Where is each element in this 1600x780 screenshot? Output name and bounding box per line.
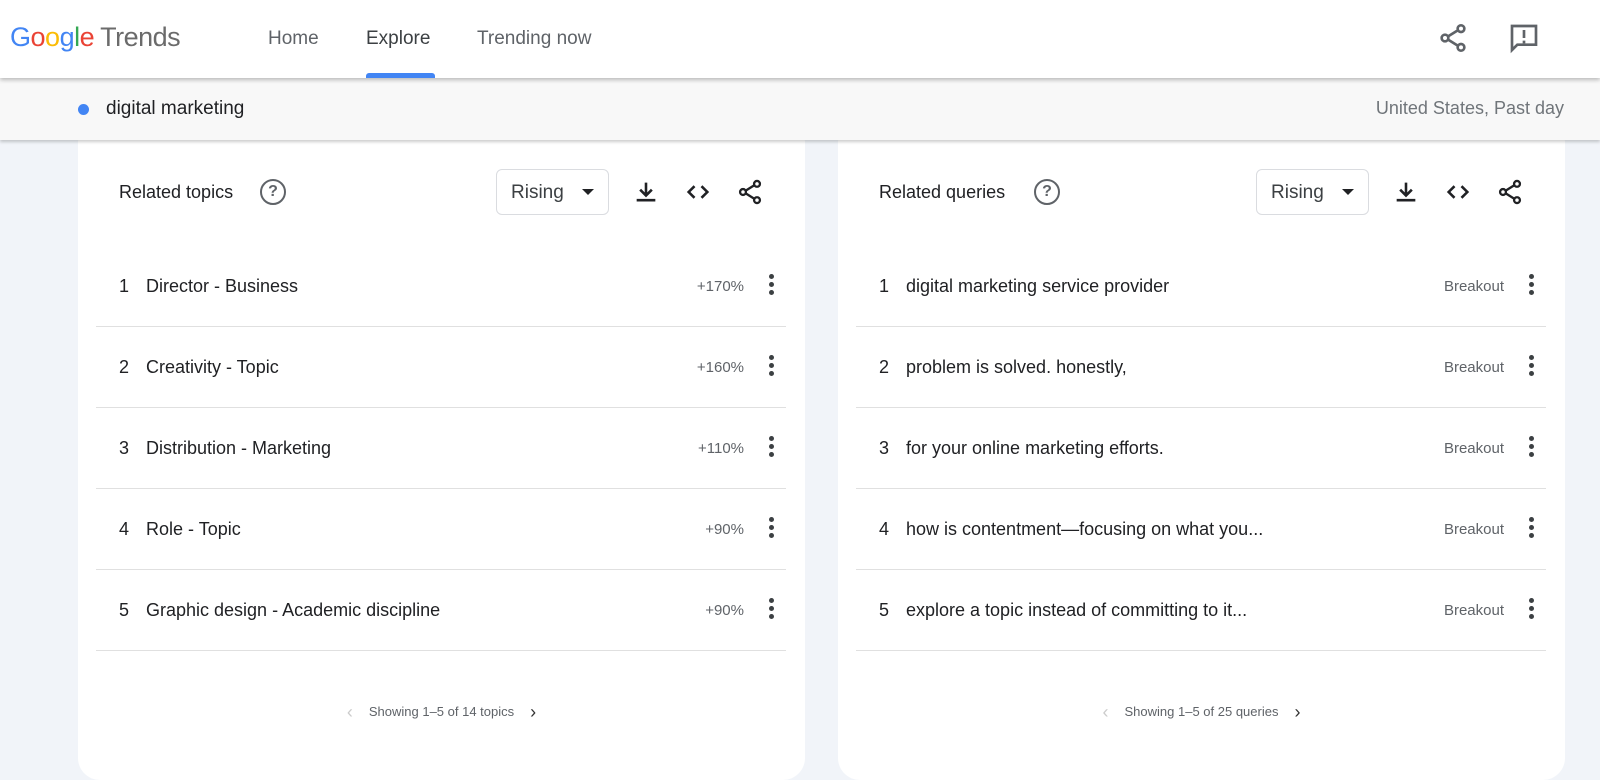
caret-down-icon xyxy=(582,189,594,195)
embed-icon[interactable] xyxy=(1444,178,1472,206)
term-color-dot xyxy=(78,104,89,115)
rank: 1 xyxy=(879,276,890,296)
search-term-bar: digital marketing United States, Past da… xyxy=(0,78,1600,140)
list-item[interactable]: 1 Director - Business +170% xyxy=(96,246,786,327)
google-trends-logo[interactable]: Google Trends xyxy=(10,22,181,53)
item-value: Breakout xyxy=(1443,521,1504,538)
list-item[interactable]: 4 Role - Topic +90% xyxy=(96,489,786,570)
rank: 3 xyxy=(119,438,130,458)
related-topics-card: Related topics ? Rising 1 Director - Bus… xyxy=(78,120,805,780)
location-time-filter[interactable]: United States, Past day xyxy=(1376,98,1564,119)
nav-explore[interactable]: Explore xyxy=(366,28,430,50)
more-vert-icon[interactable] xyxy=(1526,436,1536,460)
item-label[interactable]: digital marketing service provider xyxy=(906,276,1169,297)
item-label[interactable]: problem is solved. honestly, xyxy=(906,357,1127,378)
more-vert-icon[interactable] xyxy=(766,355,776,379)
list-item[interactable]: 4 how is contentment—focusing on what yo… xyxy=(856,489,1546,570)
list-item[interactable]: 3 Distribution - Marketing +110% xyxy=(96,408,786,489)
share-icon[interactable] xyxy=(1437,22,1469,54)
item-value: Breakout xyxy=(1443,359,1504,376)
item-label[interactable]: Creativity - Topic xyxy=(146,357,279,378)
nav-home[interactable]: Home xyxy=(268,28,319,50)
share-icon[interactable] xyxy=(736,178,764,206)
more-vert-icon[interactable] xyxy=(1526,355,1536,379)
item-value: Breakout xyxy=(1443,440,1504,457)
item-label[interactable]: Role - Topic xyxy=(146,519,241,540)
search-term[interactable]: digital marketing xyxy=(106,98,244,120)
help-icon[interactable]: ? xyxy=(260,179,286,205)
nav-trending-now[interactable]: Trending now xyxy=(477,28,591,50)
list-item[interactable]: 2 Creativity - Topic +160% xyxy=(96,327,786,408)
rising-dropdown[interactable]: Rising xyxy=(1256,169,1369,215)
item-value: +90% xyxy=(705,521,744,538)
more-vert-icon[interactable] xyxy=(766,436,776,460)
item-value: Breakout xyxy=(1443,278,1504,295)
next-page-icon[interactable]: › xyxy=(1294,702,1300,723)
list-item[interactable]: 3 for your online marketing efforts. Bre… xyxy=(856,408,1546,489)
list-item[interactable]: 5 explore a topic instead of committing … xyxy=(856,570,1546,651)
rank: 1 xyxy=(119,276,130,296)
item-value: +160% xyxy=(696,359,744,376)
item-label[interactable]: Director - Business xyxy=(146,276,298,297)
next-page-icon[interactable]: › xyxy=(530,702,536,723)
embed-icon[interactable] xyxy=(684,178,712,206)
rising-dropdown[interactable]: Rising xyxy=(496,169,609,215)
list-item[interactable]: 5 Graphic design - Academic discipline +… xyxy=(96,570,786,651)
download-icon[interactable] xyxy=(1392,178,1420,206)
caret-down-icon xyxy=(1342,189,1354,195)
item-label[interactable]: Graphic design - Academic discipline xyxy=(146,600,440,621)
more-vert-icon[interactable] xyxy=(1526,598,1536,622)
share-icon[interactable] xyxy=(1496,178,1524,206)
rank: 2 xyxy=(119,357,130,377)
help-icon[interactable]: ? xyxy=(1034,179,1060,205)
related-queries-card: Related queries ? Rising 1 digital marke… xyxy=(838,120,1565,780)
pagination: ‹ Showing 1–5 of 14 topics › xyxy=(346,702,537,723)
rank: 2 xyxy=(879,357,890,377)
rank: 4 xyxy=(119,519,130,539)
item-value: Breakout xyxy=(1443,602,1504,619)
item-label[interactable]: how is contentment—focusing on what you.… xyxy=(906,519,1263,540)
more-vert-icon[interactable] xyxy=(1526,274,1536,298)
more-vert-icon[interactable] xyxy=(1526,517,1536,541)
card-title: Related queries xyxy=(879,182,1006,202)
active-tab-indicator xyxy=(366,73,435,78)
item-label[interactable]: explore a topic instead of committing to… xyxy=(906,600,1247,621)
more-vert-icon[interactable] xyxy=(766,598,776,622)
prev-page-icon[interactable]: ‹ xyxy=(1103,702,1109,723)
item-value: +170% xyxy=(696,278,744,295)
download-icon[interactable] xyxy=(632,178,660,206)
top-bar: Google Trends Home Explore Trending now xyxy=(0,0,1600,78)
item-value: +90% xyxy=(705,602,744,619)
list-item[interactable]: 1 digital marketing service provider Bre… xyxy=(856,246,1546,327)
rank: 5 xyxy=(119,600,130,620)
rank: 5 xyxy=(879,600,890,620)
prev-page-icon[interactable]: ‹ xyxy=(347,702,353,723)
more-vert-icon[interactable] xyxy=(766,274,776,298)
rank: 4 xyxy=(879,519,890,539)
rank: 3 xyxy=(879,438,890,458)
card-title: Related topics xyxy=(119,182,234,202)
pagination: ‹ Showing 1–5 of 25 queries › xyxy=(1102,702,1301,723)
item-value: +110% xyxy=(697,440,744,457)
feedback-icon[interactable] xyxy=(1508,22,1540,54)
list-item[interactable]: 2 problem is solved. honestly, Breakout xyxy=(856,327,1546,408)
item-label[interactable]: for your online marketing efforts. xyxy=(906,438,1164,459)
item-label[interactable]: Distribution - Marketing xyxy=(146,438,331,459)
more-vert-icon[interactable] xyxy=(766,517,776,541)
